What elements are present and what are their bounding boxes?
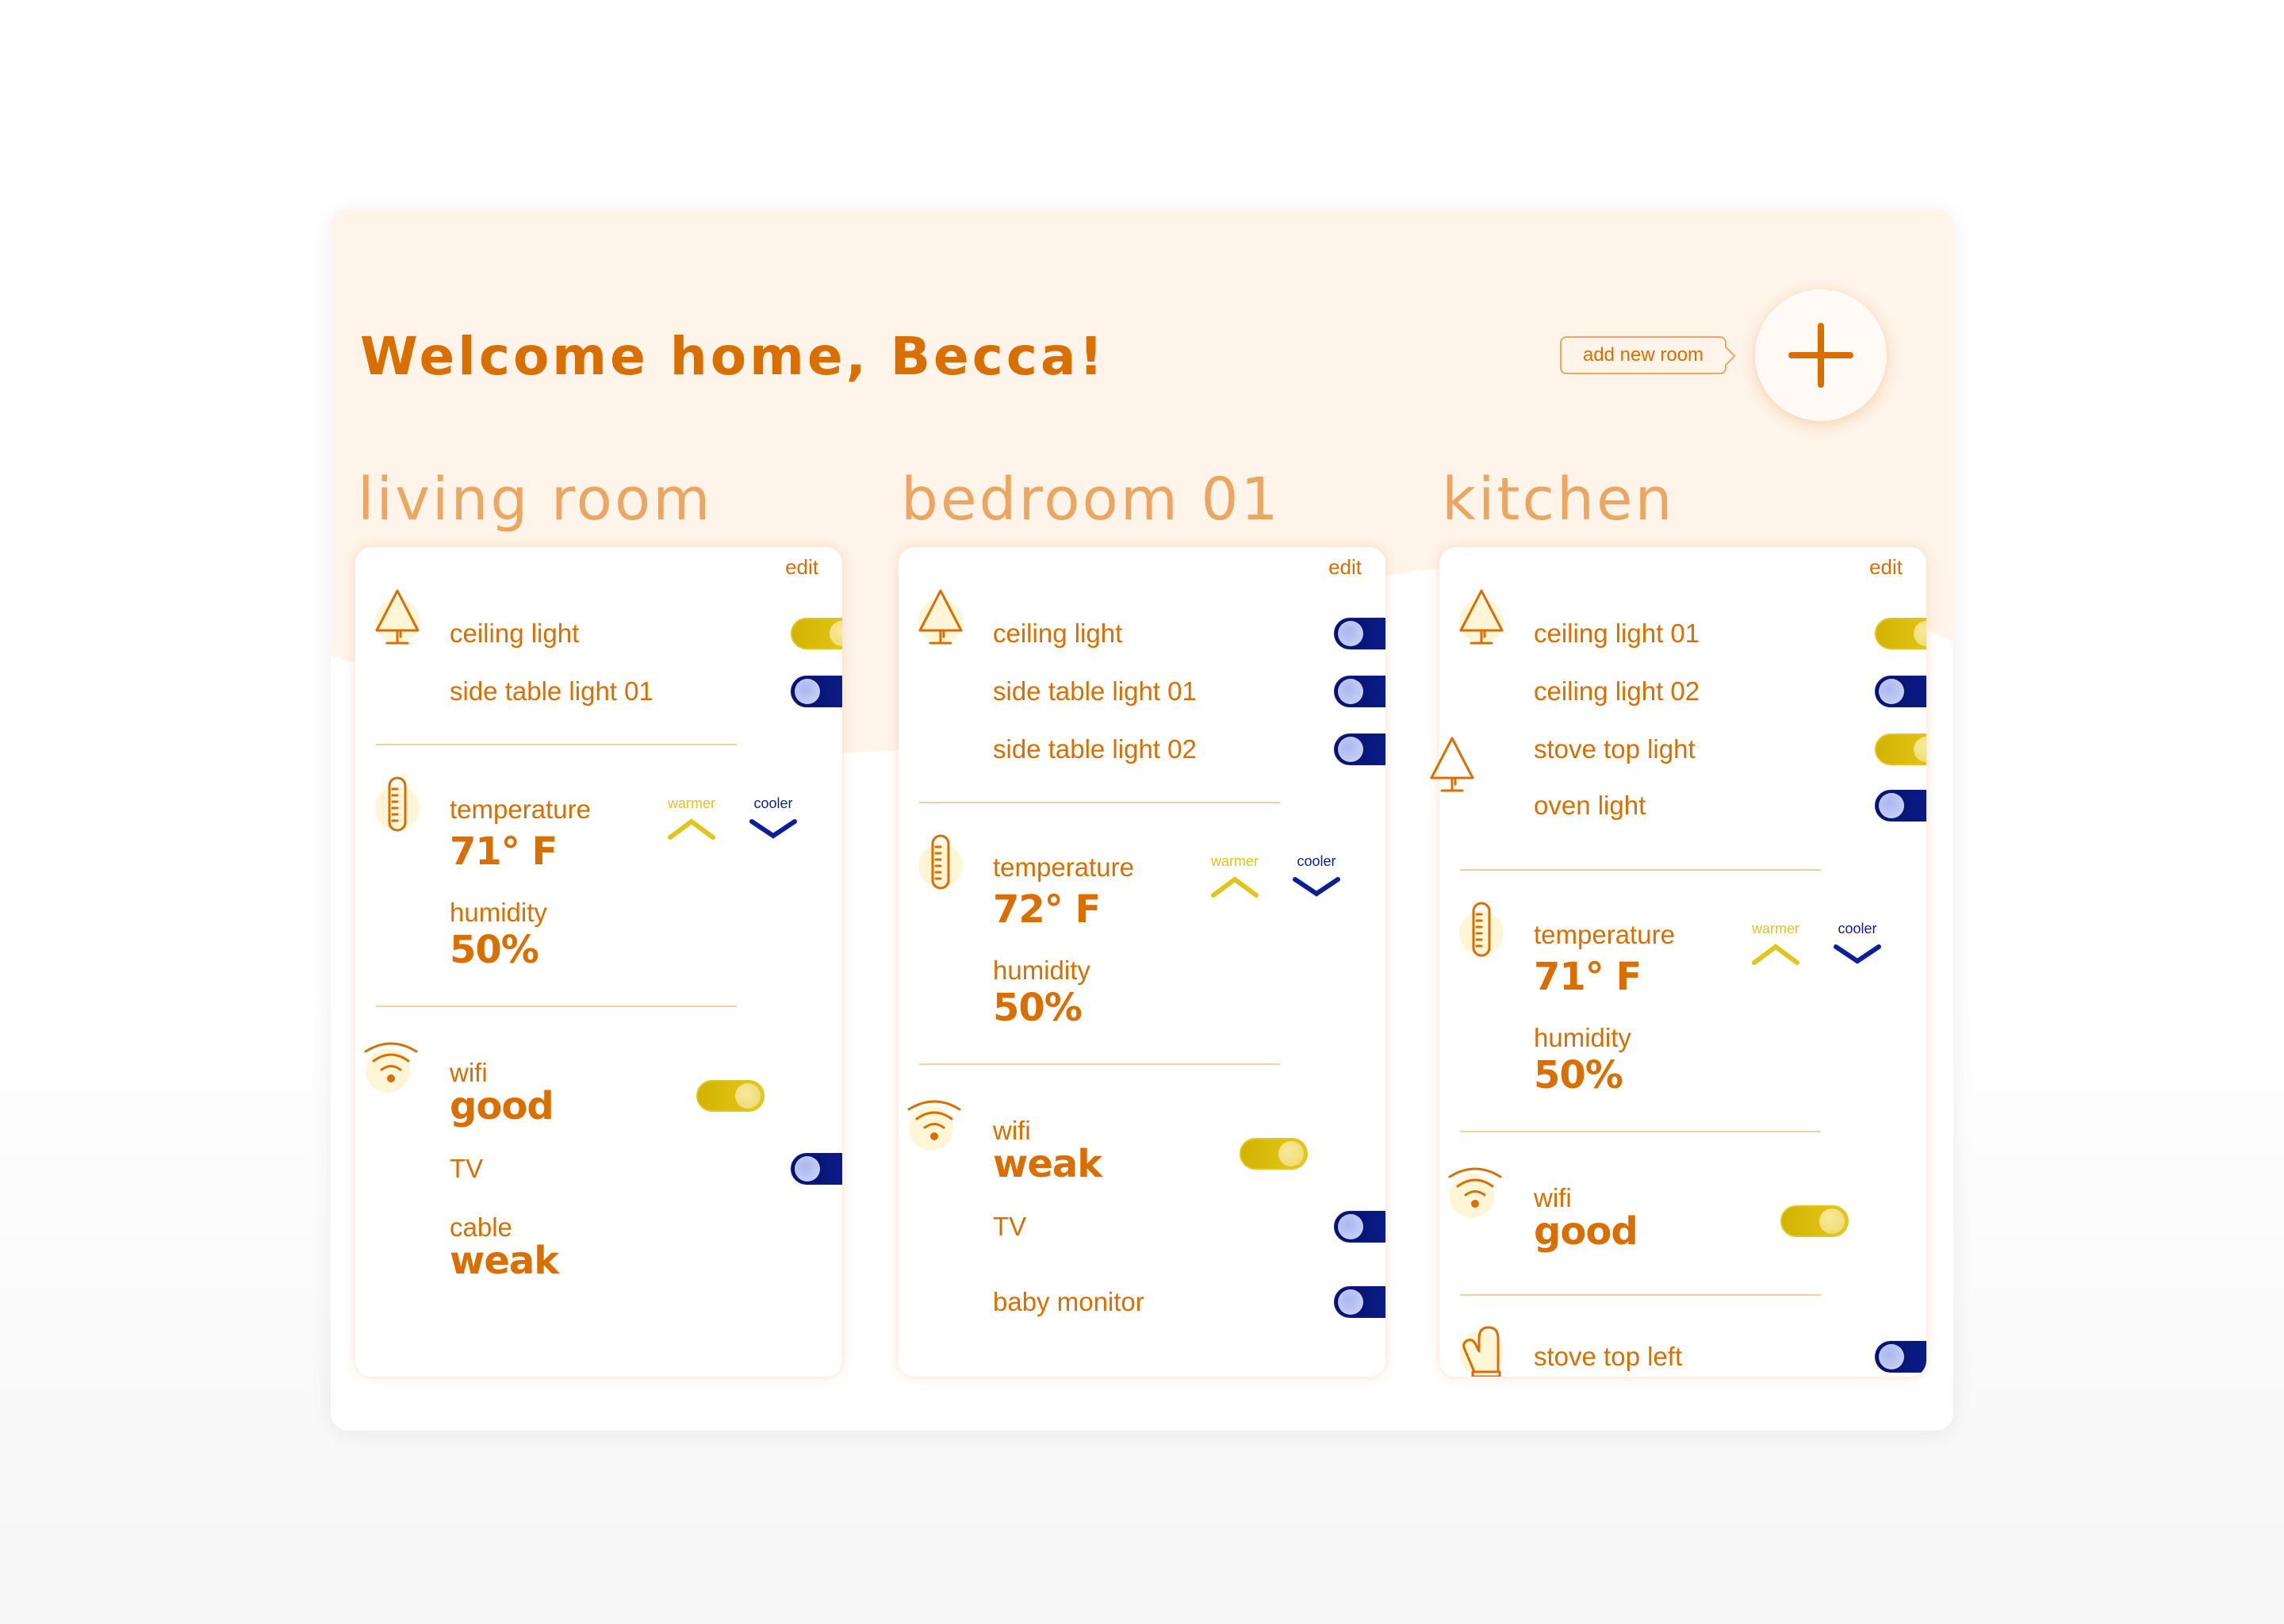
device-row: TV	[450, 1139, 842, 1197]
toggle-knob[interactable]	[830, 620, 842, 646]
wifi-icon	[363, 1039, 418, 1094]
lights-section: ceiling light 01 ceiling light 02 stove …	[1439, 547, 1926, 833]
thermometer-icon	[916, 834, 965, 890]
chevron-up-icon	[668, 818, 715, 840]
cooler-button[interactable]: cooler	[745, 795, 801, 841]
toggle-knob[interactable]	[1879, 678, 1904, 704]
lamp-icon	[1457, 589, 1506, 645]
wifi-toggle[interactable]	[1780, 1205, 1849, 1237]
chevron-up-icon	[1752, 944, 1799, 965]
wifi-status: good	[450, 1084, 554, 1128]
wifi-toggle[interactable]	[696, 1080, 765, 1112]
room-card: edit ceiling light side table light 01 t…	[355, 547, 842, 1377]
device-row: stove top light	[1534, 720, 1926, 778]
chevron-up-icon	[1211, 876, 1259, 898]
wifi-status: weak	[993, 1142, 1102, 1186]
humidity-label: humidity	[993, 956, 1090, 985]
climate-section: temperature 71° F humidity 50% warmer co…	[1439, 871, 1926, 1131]
room-title: kitchen	[1442, 465, 1675, 534]
tv-toggle[interactable]	[791, 1152, 842, 1185]
ceiling-light-01-toggle[interactable]	[1875, 617, 1926, 649]
toggle-knob[interactable]	[795, 678, 820, 704]
cable-status: weak	[450, 1239, 559, 1283]
lights-section: ceiling light side table light 01 side t…	[899, 547, 1385, 778]
wifi-icon	[1447, 1164, 1502, 1220]
toggle-knob[interactable]	[1338, 678, 1363, 704]
room-card: edit ceiling light 01 ceiling light 02 s…	[1430, 547, 1926, 1377]
room-card: edit ceiling light side table light 01 s…	[899, 547, 1385, 1377]
toggle-knob[interactable]	[1914, 736, 1926, 762]
side-table-light-01-toggle[interactable]	[1334, 675, 1385, 707]
toggle-knob[interactable]	[795, 1155, 820, 1182]
device-row: ceiling light 02	[1534, 662, 1926, 720]
add-room-tooltip: add new room	[1560, 336, 1726, 374]
toggle-knob[interactable]	[1879, 1343, 1904, 1369]
climate-section: temperature 72° F humidity 50% warmer co…	[899, 803, 1385, 1063]
humidity-value: 50%	[450, 928, 539, 972]
tv-toggle[interactable]	[1334, 1210, 1385, 1243]
toggle-knob[interactable]	[1879, 793, 1904, 818]
device-row: oven light	[1534, 778, 1926, 833]
thermometer-icon	[373, 776, 422, 832]
device-row: stove top left	[1534, 1327, 1926, 1377]
room-title: living room	[358, 465, 713, 534]
oven-mitt-icon	[1457, 1321, 1506, 1377]
plus-icon	[1788, 323, 1853, 388]
toggle-knob[interactable]	[1338, 620, 1363, 646]
oven-light-toggle[interactable]	[1875, 790, 1926, 822]
chevron-down-icon	[1293, 877, 1340, 897]
network-section: wifi good TV cable weak	[355, 1007, 842, 1282]
device-row: baby monitor	[993, 1273, 1385, 1331]
lamp-icon	[1428, 737, 1477, 792]
lamp-icon	[916, 589, 965, 645]
thermometer-icon	[1457, 902, 1506, 957]
chevron-down-icon	[749, 819, 797, 839]
device-row: side table light 01	[450, 662, 842, 720]
add-room-button[interactable]	[1755, 289, 1887, 421]
lights-section: ceiling light side table light 01	[355, 547, 842, 720]
wifi-toggle[interactable]	[1240, 1138, 1308, 1170]
lamp-icon	[373, 589, 422, 645]
cooler-button[interactable]: cooler	[1289, 852, 1344, 898]
humidity-label: humidity	[1534, 1023, 1631, 1052]
dashboard-panel: Welcome home, Becca! add new room living…	[331, 209, 1953, 1431]
cooler-button[interactable]: cooler	[1830, 920, 1885, 966]
network-section: wifi good	[1439, 1132, 1926, 1294]
device-row: side table light 02	[993, 720, 1385, 778]
wifi-status: good	[1534, 1209, 1638, 1254]
climate-section: temperature 71° F humidity 50% warmer co…	[355, 745, 842, 1005]
toggle-knob[interactable]	[1338, 1213, 1363, 1239]
toggle-knob[interactable]	[1819, 1208, 1845, 1234]
ceiling-light-toggle[interactable]	[1334, 617, 1385, 649]
device-row: ceiling light	[993, 604, 1385, 662]
wifi-icon	[906, 1097, 961, 1152]
toggle-knob[interactable]	[1278, 1141, 1304, 1166]
toggle-knob[interactable]	[1338, 736, 1363, 762]
warmer-button[interactable]: warmer	[1207, 852, 1263, 898]
toggle-knob[interactable]	[1914, 620, 1926, 646]
device-row: ceiling light	[450, 604, 842, 662]
network-section: wifi weak TV baby monitor	[899, 1065, 1385, 1331]
humidity-value: 50%	[993, 986, 1083, 1030]
device-row: side table light 01	[993, 662, 1385, 720]
device-row: TV	[993, 1197, 1385, 1255]
ceiling-light-02-toggle[interactable]	[1875, 675, 1926, 707]
stove-top-light-toggle[interactable]	[1875, 733, 1926, 765]
chevron-down-icon	[1834, 944, 1881, 964]
room-title: bedroom 01	[901, 465, 1281, 534]
side-table-light-02-toggle[interactable]	[1334, 733, 1385, 765]
device-row: ceiling light 01	[1534, 604, 1926, 662]
stove-top-left-toggle[interactable]	[1875, 1340, 1926, 1373]
toggle-knob[interactable]	[735, 1083, 761, 1109]
toggle-knob[interactable]	[1338, 1289, 1363, 1315]
baby-monitor-toggle[interactable]	[1334, 1285, 1385, 1318]
side-table-light-01-toggle[interactable]	[791, 675, 842, 707]
ceiling-light-toggle[interactable]	[791, 617, 842, 649]
humidity-value: 50%	[1534, 1053, 1623, 1097]
page-title: Welcome home, Becca!	[360, 326, 1106, 387]
humidity-label: humidity	[450, 898, 547, 927]
warmer-button[interactable]: warmer	[664, 795, 719, 841]
appliances-section: stove top left	[1439, 1296, 1926, 1377]
warmer-button[interactable]: warmer	[1748, 920, 1803, 966]
